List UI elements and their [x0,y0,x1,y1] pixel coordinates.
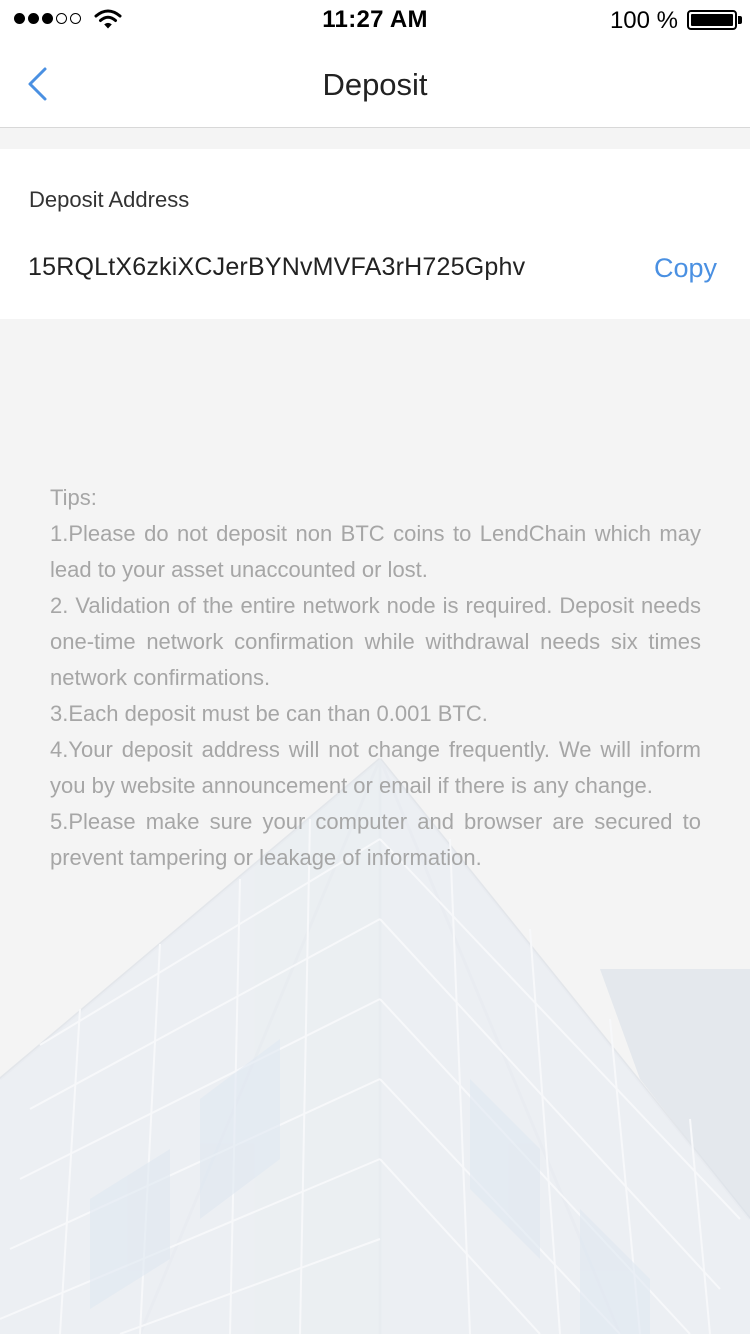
tip-item: 1.Please do not deposit non BTC coins to… [50,521,701,582]
tip-item: 5.Please make sure your computer and bro… [50,809,701,870]
tip-item: 3.Each deposit must be can than 0.001 BT… [50,701,488,726]
copy-button[interactable]: Copy [654,253,717,284]
deposit-address-label: Deposit Address [29,187,190,212]
deposit-address-card: Deposit Address 15RQLtX6zkiXCJerBYNvMVFA… [0,149,750,319]
page-title: Deposit [322,67,428,102]
deposit-screen: 11:27 AM 100 % Deposit Deposit Address 1… [0,0,750,1334]
navigation-bar: Deposit [0,40,750,128]
status-bar: 11:27 AM 100 % [0,0,750,40]
deposit-address-value: 15RQLtX6zkiXCJerBYNvMVFA3rH725Gphv [28,253,526,281]
battery-percentage: 100 % [609,7,678,34]
battery-tip [738,16,742,24]
tips-section: Tips: 1.Please do not deposit non BTC co… [50,480,701,876]
tip-item: 2. Validation of the entire network node… [50,593,701,690]
battery-icon [687,10,737,30]
tips-heading: Tips: [50,485,97,510]
tip-item: 4.Your deposit address will not change f… [50,737,701,798]
